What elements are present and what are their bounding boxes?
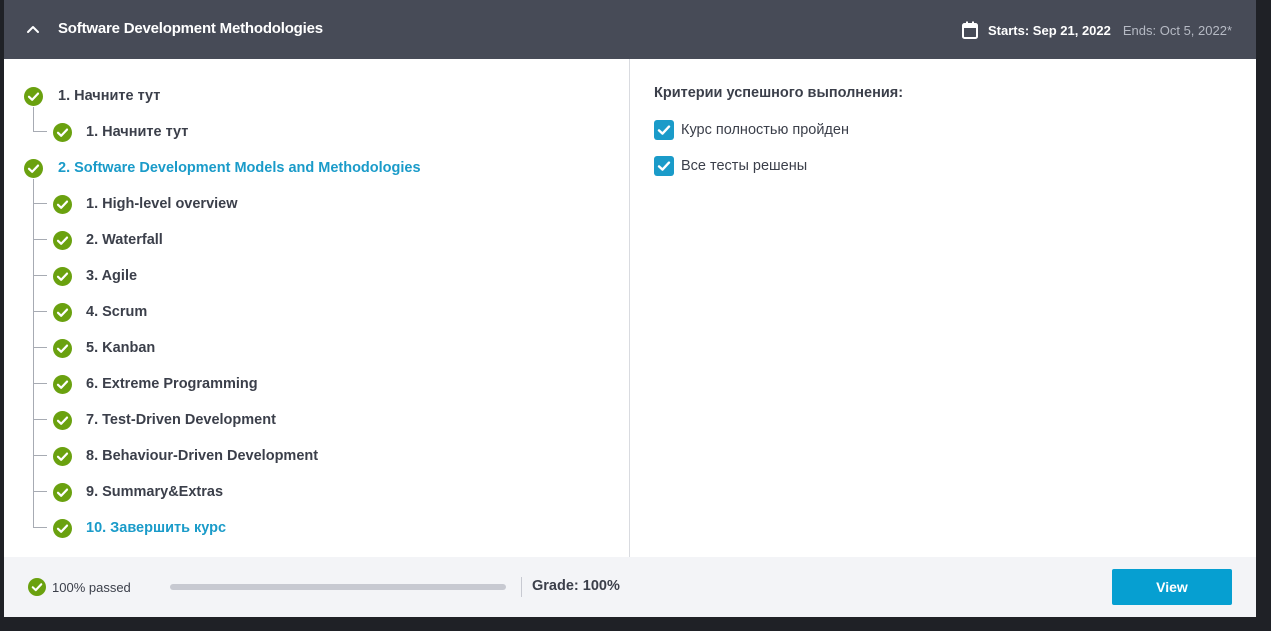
outline-item-finish[interactable]: 10. Завершить курс — [53, 517, 226, 539]
outline-section-1: 1. Начните тут — [24, 85, 160, 107]
course-dates: Starts: Sep 21, 2022 Ends: Oct 5, 2022* — [962, 20, 1232, 40]
outline-item: 9. Summary&Extras — [53, 481, 223, 503]
tree-connector — [33, 347, 47, 348]
check-circle-icon — [24, 86, 43, 106]
tree-connector — [33, 455, 47, 456]
completion-criteria: Критерии успешного выполнения: Курс полн… — [630, 59, 1256, 557]
check-circle-icon — [53, 518, 72, 538]
course-footer: 100% passed Grade: 100% View — [4, 557, 1256, 617]
footer-divider — [521, 577, 522, 597]
criteria-label: Курс полностью пройден — [681, 122, 849, 138]
progress-bar — [170, 584, 506, 590]
criteria-checkbox — [654, 156, 674, 176]
check-circle-icon — [53, 122, 72, 142]
outline-item: 5. Kanban — [53, 337, 155, 359]
outline-item-label: 2. Waterfall — [86, 232, 163, 248]
outline-item-label: 1. Начните тут — [86, 124, 189, 140]
outline-item: 1. Начните тут — [53, 121, 188, 143]
outline-section-link[interactable]: 2. Software Development Models and Metho… — [58, 160, 421, 176]
course-header: Software Development Methodologies Start… — [4, 0, 1256, 59]
criteria-title: Критерии успешного выполнения: — [654, 85, 904, 101]
check-circle-icon — [53, 410, 72, 430]
check-circle-icon — [28, 578, 46, 596]
outline-item-label: 4. Scrum — [86, 304, 148, 320]
outline-section-label: 1. Начните тут — [58, 88, 161, 104]
check-circle-icon — [53, 230, 72, 250]
criteria-item: Курс полностью пройден — [654, 119, 849, 141]
check-circle-icon — [53, 266, 72, 286]
criteria-item: Все тесты решены — [654, 155, 807, 177]
tree-connector — [33, 179, 34, 528]
criteria-label: Все тесты решены — [681, 158, 808, 174]
start-date: Starts: Sep 21, 2022 — [988, 22, 1111, 38]
outline-section-2[interactable]: 2. Software Development Models and Metho… — [24, 157, 421, 179]
outline-item: 1. High-level overview — [53, 193, 238, 215]
outline-item-label: 5. Kanban — [86, 340, 156, 356]
criteria-checkbox — [654, 120, 674, 140]
course-outline: 1. Начните тут 1. Начните тут 2. Softwar… — [4, 59, 630, 557]
passed-text: 100% passed — [52, 579, 131, 595]
check-circle-icon — [53, 374, 72, 394]
course-card: Software Development Methodologies Start… — [4, 0, 1256, 617]
grade-text: Grade: 100% — [532, 578, 620, 594]
outline-item: 6. Extreme Programming — [53, 373, 258, 395]
tree-connector — [33, 131, 47, 132]
check-circle-icon — [53, 482, 72, 502]
tree-connector — [33, 527, 47, 528]
check-circle-icon — [53, 446, 72, 466]
chevron-up-icon — [27, 26, 39, 33]
tree-connector — [33, 311, 47, 312]
end-date: Ends: Oct 5, 2022* — [1122, 22, 1232, 38]
checkmark-icon — [657, 125, 671, 135]
tree-connector — [33, 275, 47, 276]
tree-connector — [33, 239, 47, 240]
outline-item: 8. Behaviour-Driven Development — [53, 445, 318, 467]
tree-connector — [33, 383, 47, 384]
calendar-icon — [962, 21, 979, 39]
tree-connector — [33, 491, 47, 492]
tree-connector — [33, 203, 47, 204]
check-circle-icon — [53, 194, 72, 214]
outline-item-label: 6. Extreme Programming — [86, 376, 258, 392]
course-title: Software Development Methodologies — [58, 20, 323, 37]
progress-fill — [170, 584, 506, 590]
outline-item-label: 8. Behaviour-Driven Development — [86, 448, 319, 464]
outline-item: 7. Test-Driven Development — [53, 409, 276, 431]
tree-connector — [33, 107, 34, 132]
outline-item-label: 3. Agile — [86, 268, 138, 284]
outline-item: 4. Scrum — [53, 301, 147, 323]
tree-connector — [33, 419, 47, 420]
check-circle-icon — [53, 302, 72, 322]
outline-item-label: 1. High-level overview — [86, 196, 238, 212]
outline-item: 2. Waterfall — [53, 229, 163, 251]
outline-item: 3. Agile — [53, 265, 137, 287]
view-button[interactable]: View — [1112, 569, 1232, 605]
outline-item-label: 9. Summary&Extras — [86, 484, 224, 500]
finish-course-link[interactable]: 10. Завершить курс — [86, 520, 226, 536]
outline-item-label: 7. Test-Driven Development — [86, 412, 276, 428]
checkmark-icon — [657, 161, 671, 171]
check-circle-icon — [53, 338, 72, 358]
check-circle-icon — [24, 158, 43, 178]
collapse-button[interactable] — [22, 18, 44, 40]
passed-status: 100% passed — [28, 577, 131, 597]
